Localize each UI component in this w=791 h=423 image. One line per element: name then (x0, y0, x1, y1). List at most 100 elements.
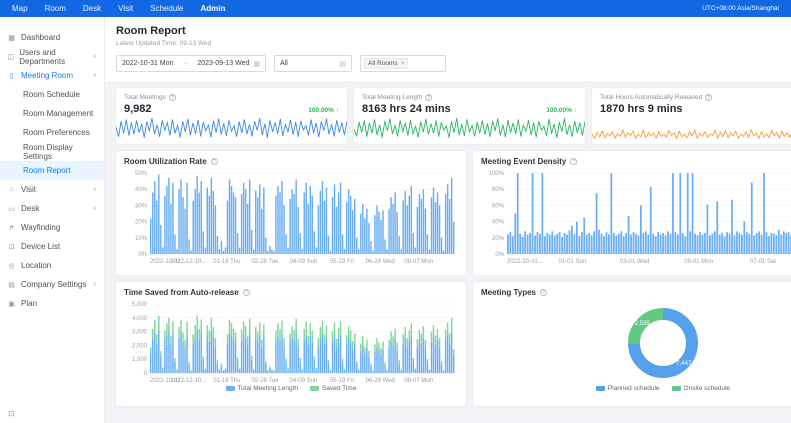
info-icon[interactable]: ? (169, 94, 176, 101)
svg-text:100%: 100% (489, 171, 505, 177)
meeting-types-chart[interactable]: 7,447 2,535 (481, 297, 791, 385)
nav-item-visit[interactable]: Visit (118, 4, 133, 13)
meeting-types-card: Meeting Types ? 7,447 2,535 Planned sched… (473, 282, 791, 406)
room-utilization-chart[interactable]: 0%10%20%30%40%50%2022-10-31...2022-12-10… (124, 166, 458, 266)
svg-text:07-01 Sat: 07-01 Sat (750, 259, 776, 265)
sidebar-item-room-preferences[interactable]: Room Preferences (0, 123, 104, 142)
sidebar-icon: ↱ (7, 224, 16, 232)
top-nav-items: Map Room Desk Visit Schedule Admin (12, 4, 225, 13)
released-trend-sparkline (592, 114, 791, 144)
chart-title: Time Saved from Auto-release ? (124, 288, 458, 297)
meeting-density-card: Meeting Event Density ? 0%20%40%60%80%10… (473, 151, 791, 275)
sidebar-item-label: Device List (21, 242, 60, 251)
page-title: Room Report (116, 25, 791, 37)
meeting-types-legend: Planned schedule Onsite schedule (481, 385, 791, 392)
sidebar-item-room-display-settings[interactable]: Room Display Settings (0, 142, 104, 161)
svg-text:01-19 Thu: 01-19 Thu (213, 259, 240, 265)
svg-text:01-19 Thu: 01-19 Thu (213, 378, 240, 384)
legend-item-onsite-schedule[interactable]: Onsite schedule (672, 385, 731, 392)
sidebar-item-plan[interactable]: ▣Plan (0, 294, 104, 313)
sidebar-item-label: Meeting Room (21, 71, 73, 80)
svg-text:20%: 20% (135, 220, 148, 226)
sidebar-item-label: Plan (21, 299, 37, 308)
svg-text:08-07 Mon: 08-07 Mon (404, 378, 433, 384)
svg-text:01-01 Sun: 01-01 Sun (558, 259, 586, 265)
chart-title-text: Room Utilization Rate (124, 157, 207, 166)
date-end-value[interactable]: 2023-09-13 Wed (197, 60, 249, 67)
rooms-tag: All Rooms × (364, 58, 408, 69)
sidebar-item-label: Room Management (23, 109, 93, 118)
svg-text:03-01 Wed: 03-01 Wed (620, 259, 649, 265)
meeting-density-chart[interactable]: 0%20%40%60%80%100%2022-10-31...01-01 Sun… (481, 166, 791, 266)
sidebar-item-visit[interactable]: ⌂Visit∨ (0, 180, 104, 199)
stat-card-0: Total Meetings?9,982100.00% ↑ (116, 88, 347, 144)
date-start-value[interactable]: 2022-10-31 Mon (122, 60, 173, 67)
sidebar-item-users-and-departments[interactable]: ◫Users and Departments∨ (0, 47, 104, 66)
timezone-label[interactable]: UTC+08:00 Asia/Shanghai (702, 5, 779, 12)
stat-title-text: Total Hours Automatically Released (600, 94, 702, 101)
svg-text:0%: 0% (138, 252, 147, 258)
svg-text:05-01 Mon: 05-01 Mon (684, 259, 713, 265)
sidebar-item-meeting-room[interactable]: ▯Meeting Room∧ (0, 66, 104, 85)
chart-title-text: Time Saved from Auto-release (124, 288, 239, 297)
chart-title: Meeting Types ? (481, 288, 791, 297)
sidebar-item-company-settings[interactable]: ▤Company Settings∨ (0, 275, 104, 294)
close-icon[interactable]: × (401, 60, 405, 67)
legend-label: Saved Time (322, 385, 356, 392)
sidebar-item-dashboard[interactable]: ▦Dashboard (0, 28, 104, 47)
info-icon[interactable]: ? (540, 289, 547, 296)
sidebar-item-room-report[interactable]: Room Report (0, 161, 104, 180)
sidebar-item-room-schedule[interactable]: Room Schedule (0, 85, 104, 104)
svg-text:7,447: 7,447 (676, 361, 692, 367)
sidebar-item-label: Desk (21, 204, 39, 213)
nav-item-room[interactable]: Room (45, 4, 66, 13)
svg-text:08-07 Mon: 08-07 Mon (404, 259, 433, 265)
sidebar-icon: ▭ (7, 205, 16, 213)
svg-text:2022-12-10...: 2022-12-10... (171, 378, 207, 384)
sidebar-item-wayfinding[interactable]: ↱Wayfinding (0, 218, 104, 237)
location-select-value: All (280, 60, 288, 67)
svg-text:60%: 60% (492, 203, 505, 209)
rooms-select[interactable]: All Rooms × (360, 55, 446, 72)
stat-card-2: Total Hours Automatically Released?1870 … (592, 88, 791, 144)
sidebar-item-device-list[interactable]: ⊡Device List (0, 237, 104, 256)
room-utilization-card: Room Utilization Rate ? 0%10%20%30%40%50… (116, 151, 466, 275)
svg-text:05-19 Fri: 05-19 Fri (330, 259, 354, 265)
info-icon[interactable]: ? (425, 94, 432, 101)
sidebar-item-label: Room Report (23, 166, 71, 175)
legend-item-saved-time[interactable]: Saved Time (310, 385, 356, 392)
legend-item-planned-schedule[interactable]: Planned schedule (596, 385, 660, 392)
last-updated-label: Latest Updated Time: 09-13 Wed (116, 40, 791, 47)
nav-item-desk[interactable]: Desk (83, 4, 101, 13)
sidebar-item-desk[interactable]: ▭Desk∨ (0, 199, 104, 218)
sidebar-item-room-management[interactable]: Room Management (0, 104, 104, 123)
sidebar-item-label: Company Settings (21, 280, 86, 289)
svg-text:04-09 Sun: 04-09 Sun (290, 259, 318, 265)
svg-text:05-19 Fri: 05-19 Fri (330, 378, 354, 384)
info-icon[interactable]: ? (705, 94, 712, 101)
filter-row: 2022-10-31 Mon → 2023-09-13 Wed ▦ All ▤ … (116, 55, 791, 72)
date-range-picker[interactable]: 2022-10-31 Mon → 2023-09-13 Wed ▦ (116, 55, 266, 72)
chart-title-text: Meeting Types (481, 288, 536, 297)
svg-text:0: 0 (144, 371, 148, 377)
sidebar-collapse-icon[interactable]: ⊡ (8, 409, 15, 418)
svg-text:04-09 Sun: 04-09 Sun (290, 378, 318, 384)
svg-text:2,535: 2,535 (635, 321, 651, 327)
info-icon[interactable]: ? (243, 289, 250, 296)
nav-item-map[interactable]: Map (12, 4, 28, 13)
info-icon[interactable]: ? (570, 158, 577, 165)
sidebar-item-location[interactable]: ◎Location (0, 256, 104, 275)
sidebar-icon: ⌂ (7, 186, 16, 193)
time-saved-card: Time Saved from Auto-release ? 01,0002,0… (116, 282, 466, 406)
sidebar-item-label: Room Schedule (23, 90, 80, 99)
info-icon[interactable]: ? (211, 158, 218, 165)
nav-item-schedule[interactable]: Schedule (150, 4, 183, 13)
legend-label: Total Meeting Length (238, 385, 298, 392)
chevron-up-icon: ∧ (93, 72, 97, 79)
time-saved-chart[interactable]: 01,0002,0003,0004,0005,0002022-10-31...2… (124, 297, 458, 385)
time-saved-legend: Total Meeting Length Saved Time (124, 385, 458, 392)
legend-item-total-meeting-length[interactable]: Total Meeting Length (226, 385, 298, 392)
nav-item-admin[interactable]: Admin (200, 4, 225, 13)
stat-title-text: Total Meeting Length (362, 94, 422, 101)
location-select[interactable]: All ▤ (274, 55, 352, 72)
